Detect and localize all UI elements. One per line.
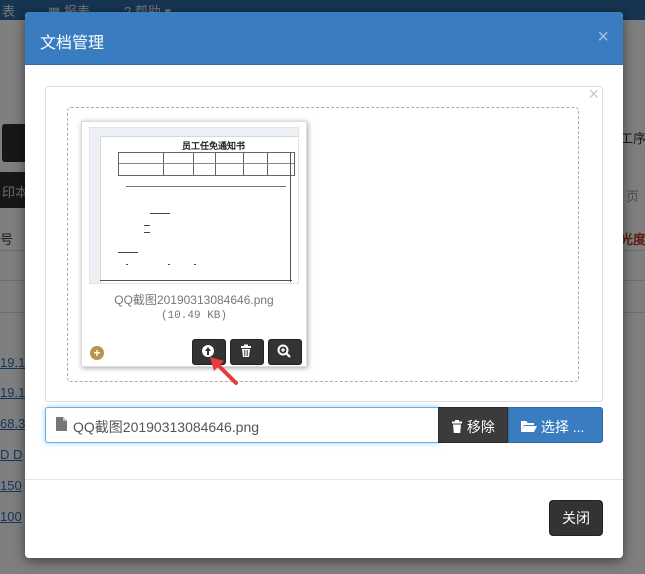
remove-button[interactable]: 移除 xyxy=(438,407,508,443)
clear-preview-icon[interactable]: × xyxy=(588,84,599,105)
thumb-doc-line xyxy=(194,264,196,265)
document-manager-modal: 文档管理 × × 员工任免通知书 QQ截图20190313084646.png … xyxy=(25,12,623,558)
thumb-doc-line xyxy=(126,264,128,265)
preview-file-name: QQ截图20190313084646.png xyxy=(114,293,274,307)
thumb-doc-line xyxy=(118,252,138,253)
thumb-border xyxy=(290,152,291,282)
file-caption-input[interactable]: QQ截图20190313084646.png xyxy=(45,407,439,443)
thumb-doc-line xyxy=(126,186,286,187)
file-drop-zone[interactable]: 员工任免通知书 QQ截图20190313084646.png (10.49 KB… xyxy=(67,107,579,385)
preview-file-size: (10.49 KB) xyxy=(160,310,227,322)
thumb-doc-line xyxy=(144,232,150,233)
close-button[interactable]: 关闭 xyxy=(549,500,603,536)
browse-button-label: 选择 ... xyxy=(540,419,585,435)
file-thumbnail: 员工任免通知书 xyxy=(89,127,299,284)
thumb-table xyxy=(118,152,295,176)
thumb-table-rule xyxy=(243,153,244,175)
thumb-table-rule xyxy=(267,153,268,175)
file-caption-row: QQ截图20190313084646.png 移除 选择 ... xyxy=(45,407,603,443)
browse-button[interactable]: 选择 ... xyxy=(508,407,603,443)
modal-title: 文档管理 xyxy=(40,35,105,52)
modal-header: 文档管理 × xyxy=(25,12,623,65)
thumb-doc-line xyxy=(150,213,170,214)
modal-footer-divider xyxy=(25,479,623,480)
file-caption: QQ截图20190313084646.png (10.49 KB) xyxy=(82,292,306,324)
thumb-doc-line xyxy=(168,264,170,265)
file-input-area: × 员工任免通知书 QQ截图20190313084646.png (10.49 … xyxy=(45,84,603,402)
thumb-table-rule xyxy=(163,153,164,175)
thumb-doc-title: 员工任免通知书 xyxy=(182,142,246,152)
drag-handle-icon[interactable]: + xyxy=(90,346,104,360)
thumb-table-rule xyxy=(215,153,216,175)
thumb-border xyxy=(100,280,292,281)
caption-file-name: QQ截图20190313084646.png xyxy=(73,419,260,435)
remove-button-label: 移除 xyxy=(466,419,495,435)
trash-icon xyxy=(452,420,462,433)
file-preview-frame: 员工任免通知书 QQ截图20190313084646.png (10.49 KB… xyxy=(81,121,307,385)
modal-close-icon[interactable]: × xyxy=(597,26,609,49)
file-icon xyxy=(56,417,67,431)
folder-open-icon xyxy=(521,421,537,432)
zoom-in-icon xyxy=(277,344,291,358)
red-arrow-annotation xyxy=(210,357,238,385)
thumb-table-rule xyxy=(119,163,294,164)
thumb-doc-line xyxy=(144,225,150,226)
thumb-column-bar xyxy=(90,128,298,137)
thumb-row-bar xyxy=(90,136,101,283)
zoom-preview-button[interactable] xyxy=(268,339,302,365)
thumb-table-rule xyxy=(193,153,194,175)
